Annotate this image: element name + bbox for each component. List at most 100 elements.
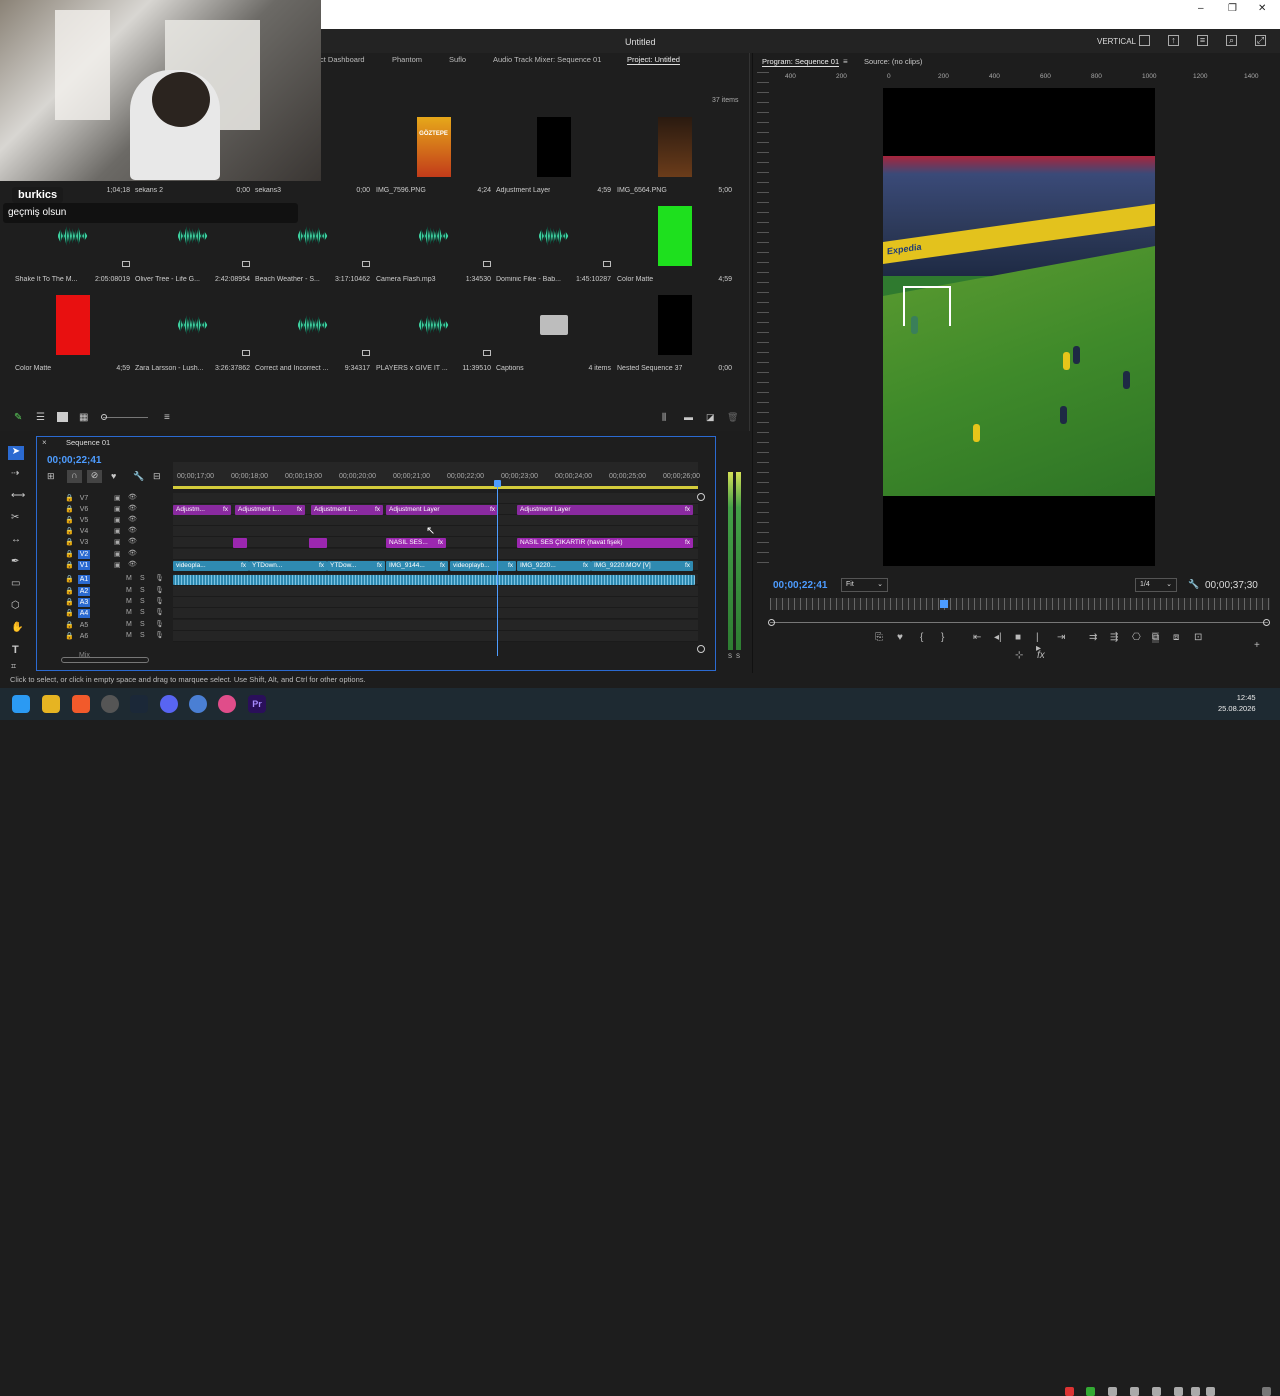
fx-icon[interactable]: fx [1037,650,1045,661]
panel-icon[interactable] [1139,35,1150,46]
tab-phantom[interactable]: Phantom [392,55,422,64]
add-marker-icon[interactable]: ♥ [111,471,116,481]
maximize-button[interactable]: ❐ [1228,3,1237,14]
solo-toggle[interactable]: S [140,587,145,594]
lock-icon[interactable]: 🔒 [65,527,74,535]
zoom-bar-right-handle[interactable] [1263,619,1270,626]
comparison-view-icon[interactable]: ⧉ [1152,632,1160,643]
lock-icon[interactable]: 🔒 [65,621,74,629]
resolution-select[interactable]: 1/4 ⌄ [1135,578,1177,592]
mic-icon[interactable]: 🎙 [155,608,164,616]
track-row[interactable] [173,631,698,642]
rate-stretch-icon[interactable]: ⬡ [11,600,20,611]
mic-icon[interactable]: 🎙 [155,597,164,605]
overwrite-icon[interactable]: ⇶ [1110,632,1118,643]
eye-icon[interactable]: 👁 [128,493,137,501]
lock-icon[interactable]: 🔒 [65,561,74,569]
track-header[interactable]: 🔒 V5 ▣ 👁 [40,515,172,526]
track-scroll-bottom[interactable] [697,645,705,653]
adjustment-clip[interactable] [309,538,327,548]
windows-start-icon[interactable] [12,695,30,713]
solo-toggle[interactable]: S [140,632,145,639]
lock-icon[interactable]: 🔒 [65,587,74,595]
project-item[interactable]: Dominic Fike - Bab... 1:45:10287 [496,201,611,286]
premiere-pro-icon[interactable]: Pr [248,695,266,713]
track-label[interactable]: V5 [78,516,90,525]
slip-tool-icon[interactable]: ↔ [11,534,21,545]
mic-icon[interactable]: 🎙 [155,586,164,594]
lock-icon[interactable]: 🔒 [65,632,74,640]
video-clip[interactable]: IMG_9220... fx [517,561,591,571]
track-header[interactable]: 🔒 V2 ▣ 👁 [40,549,172,560]
adjustment-clip[interactable]: Adjustm... fx [173,505,231,515]
eye-icon[interactable]: 👁 [128,504,137,512]
notification-icon[interactable] [1262,1387,1271,1396]
program-playhead[interactable] [940,600,948,608]
close-button[interactable]: ✕ [1258,3,1266,14]
sync-lock-icon[interactable]: ▣ [114,561,121,569]
tab-menu-icon[interactable]: ≡ [843,57,848,66]
track-header[interactable]: 🔒 V6 ▣ 👁 [40,504,172,515]
wrench-icon[interactable]: 🔧 [1188,579,1199,590]
eye-icon[interactable]: 👁 [128,515,137,523]
step-back-icon[interactable]: ◂| [994,632,1002,643]
workspace-label[interactable]: VERTICAL [1097,37,1136,46]
tab-program[interactable]: Program: Sequence 01 [762,57,840,67]
zoom-slider[interactable] [103,417,148,418]
project-item[interactable]: Captions 4 items [496,290,611,375]
track-header[interactable]: 🔒 A1 M S 🎙 [40,574,172,585]
video-clip[interactable]: videoplayb... fx [450,561,516,571]
eye-icon[interactable]: 👁 [128,549,137,557]
track-label[interactable]: V3 [78,538,90,547]
pencil-icon[interactable]: ✎ [14,412,22,423]
program-timecode[interactable]: 00;00;22;41 [773,580,827,591]
timeline-ruler[interactable]: 00;00;17;00 00;00;18;00 00;00;19;00 00;00;2… [173,462,700,488]
project-item[interactable]: Correct and Incorrect ... 9:34317 [255,290,370,375]
hand-tool-icon[interactable]: ✋ [11,622,23,633]
track-header[interactable]: 🔒 A6 M S 🎙 [40,631,172,642]
mute-toggle[interactable]: M [126,609,132,616]
tray-icon[interactable] [1065,1387,1074,1396]
file-explorer-icon[interactable] [42,695,60,713]
pen-tool-icon[interactable]: ✒ [11,556,19,567]
mic-icon[interactable] [1174,1387,1183,1396]
track-row[interactable] [173,493,698,504]
mic-icon[interactable]: 🎙 [155,620,164,628]
multi-camera-icon[interactable]: ⧈ [1173,632,1179,643]
project-item[interactable]: GÖZTEPE IMG_7596.PNG 4;24 [376,112,491,197]
brave-browser-icon[interactable] [72,695,90,713]
tray-icon[interactable] [1130,1387,1139,1396]
new-item-icon[interactable]: ◪ [706,412,715,423]
track-select-icon[interactable]: ⇢ [11,468,19,479]
menu-icon[interactable]: ≡ [1197,35,1208,46]
track-header[interactable]: 🔒 A3 M S 🎙 [40,597,172,608]
track-row[interactable] [173,608,698,619]
tab-suflo[interactable]: Suflo [449,55,466,64]
marker-icon[interactable]: ♥ [897,632,903,643]
nest-icon[interactable]: ⊞ [47,471,55,482]
stop-icon[interactable]: ■ [1015,632,1021,643]
sequence-tab[interactable]: Sequence 01 [66,438,110,447]
timeline-zoom-scrollbar[interactable] [61,657,149,663]
vr-icon[interactable]: ⊡ [1194,632,1202,643]
video-clip[interactable]: IMG_9220.MOV [V] fx [591,561,693,571]
track-label[interactable]: A2 [78,587,90,596]
close-sequence-icon[interactable]: × [42,438,47,447]
track-header[interactable]: 🔒 A4 M S 🎙 [40,608,172,619]
insert-icon[interactable]: ⇉ [1089,632,1097,643]
eye-icon[interactable]: 👁 [128,537,137,545]
lock-icon[interactable]: 🔒 [65,494,74,502]
track-label[interactable]: A1 [78,575,90,584]
track-label[interactable]: V6 [78,505,90,514]
track-row[interactable] [173,549,698,560]
mute-toggle[interactable]: M [126,587,132,594]
track-label[interactable]: V7 [78,494,90,503]
app-icon[interactable] [189,695,207,713]
sync-lock-icon[interactable]: ▣ [114,550,121,558]
solo-left[interactable]: S [728,654,732,660]
mute-toggle[interactable]: M [126,632,132,639]
new-bin-icon[interactable]: ▬ [684,412,693,422]
track-header[interactable]: 🔒 V3 ▣ 👁 [40,537,172,548]
sync-lock-icon[interactable]: ▣ [114,516,121,524]
tab-source[interactable]: Source: (no clips) [864,57,922,66]
